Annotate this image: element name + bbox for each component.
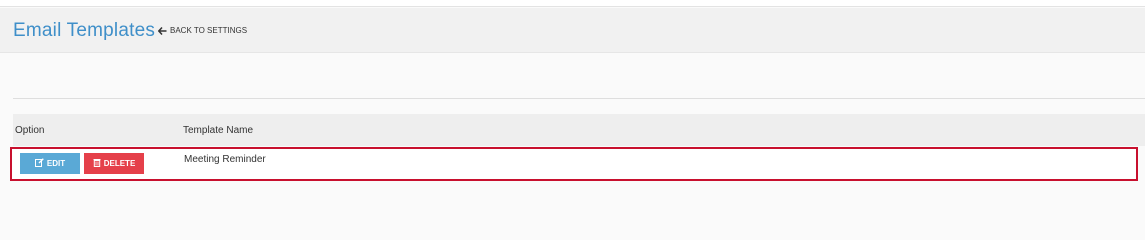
edit-button-label: EDIT <box>46 159 66 168</box>
top-strip <box>0 0 1145 7</box>
back-to-settings-link[interactable]: BACK TO SETTINGS <box>158 26 247 35</box>
page-title: Email Templates <box>13 20 156 41</box>
page-header: Email Templates BACK TO SETTINGS <box>0 8 1145 53</box>
templates-table: Option Template Name <box>13 114 1145 146</box>
delete-button[interactable]: DELETE <box>84 153 144 174</box>
table-row: EDIT DELETE Meeting Reminder <box>12 149 1136 179</box>
back-link-label: BACK TO SETTINGS <box>170 26 248 35</box>
edit-icon <box>34 158 44 169</box>
arrow-left-icon <box>158 26 167 35</box>
delete-button-label: DELETE <box>103 159 136 168</box>
trash-icon <box>93 158 101 169</box>
edit-button[interactable]: EDIT <box>20 153 80 174</box>
section-divider <box>13 98 1145 99</box>
column-header-option: Option <box>15 124 45 136</box>
template-name-cell: Meeting Reminder <box>184 154 266 165</box>
column-header-template-name: Template Name <box>183 124 254 136</box>
table-header: Option Template Name <box>13 114 1145 146</box>
highlighted-row: EDIT DELETE Meeting Reminder <box>10 147 1138 181</box>
row-options-cell: EDIT DELETE <box>12 149 184 174</box>
